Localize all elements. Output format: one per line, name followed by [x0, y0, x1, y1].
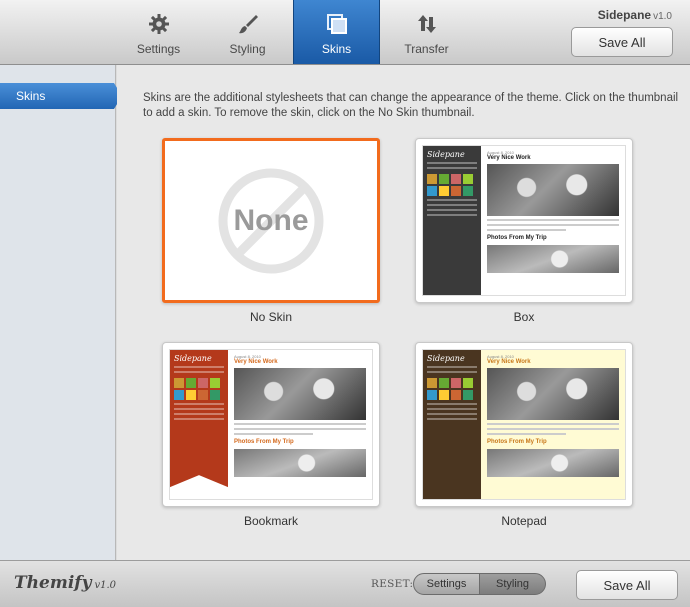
tab-styling[interactable]: Styling [204, 0, 291, 64]
theme-preview: Sidepane August 8, 2010 Very Nice Work P… [422, 349, 626, 500]
preview-post-title: Photos From My Trip [234, 439, 294, 445]
reset-settings-button[interactable]: Settings [414, 574, 480, 594]
theme-preview: Sidepane August 8, 2010 Very Nice Work P… [422, 145, 626, 296]
tab-transfer-label: Transfer [404, 42, 449, 56]
tab-styling-label: Styling [229, 42, 266, 56]
skin-thumbnail[interactable]: Sidepane August 8, 2010 Very Nice Work P… [415, 342, 633, 507]
themify-logo: Themify v1.0 [14, 573, 116, 593]
tab-settings[interactable]: Settings [115, 0, 202, 64]
skin-thumbnail[interactable]: None [162, 138, 380, 303]
app-brand: Sidepane v1.0 [598, 8, 672, 22]
skin-label: Notepad [501, 514, 547, 528]
save-all-button-top[interactable]: Save All [571, 27, 673, 57]
brand-name: Sidepane [597, 8, 652, 22]
app-window: Settings Styling Skins Transfer Sidepane… [0, 0, 690, 607]
skin-option-bookmark[interactable]: Sidepane August 8, 2010 Very Nice Work P… [162, 342, 380, 528]
preview-post-title: Very Nice Work [234, 359, 278, 365]
preview-site-title: Sidepane [427, 354, 465, 363]
reset-segmented-control: Settings Styling [413, 573, 546, 595]
reset-label: RESET: [371, 578, 414, 590]
skins-icon [326, 12, 348, 36]
tab-transfer[interactable]: Transfer [383, 0, 470, 64]
no-skin-text: None [233, 203, 309, 237]
skin-option-notepad[interactable]: Sidepane August 8, 2010 Very Nice Work P… [415, 342, 633, 528]
brand-version: v1.0 [653, 11, 672, 22]
preview-sidebar: Sidepane [423, 350, 481, 499]
top-toolbar: Settings Styling Skins Transfer Sidepane… [0, 0, 690, 65]
tab-skins[interactable]: Skins [293, 0, 380, 64]
skin-thumbnail[interactable]: Sidepane August 8, 2010 Very Nice Work P… [415, 138, 633, 303]
preview-body: August 8, 2010 Very Nice Work Photos Fro… [481, 146, 625, 295]
transfer-icon [416, 12, 438, 36]
logo-version: v1.0 [94, 580, 117, 591]
no-skin-graphic: None [165, 141, 377, 300]
preview-body: August 8, 2010 Very Nice Work Photos Fro… [481, 350, 625, 499]
save-all-button-bottom[interactable]: Save All [576, 570, 678, 600]
logo-text: Themify [14, 573, 92, 593]
preview-sidebar: Sidepane [423, 146, 481, 295]
brush-icon [237, 12, 259, 36]
gear-icon [148, 12, 170, 36]
skin-option-box[interactable]: Sidepane August 8, 2010 Very Nice Work P… [415, 138, 633, 324]
sidebar-item-skins[interactable]: Skins [0, 83, 122, 109]
skins-panel: Skins are the additional stylesheets tha… [117, 65, 690, 560]
skin-label: Bookmark [243, 514, 299, 528]
tab-settings-label: Settings [136, 42, 181, 56]
preview-post-title: Very Nice Work [487, 155, 531, 161]
footer-bar: Themify v1.0 RESET: Settings Styling Save… [0, 560, 690, 607]
reset-styling-button[interactable]: Styling [480, 574, 545, 594]
skin-option-none[interactable]: None No Skin [162, 138, 380, 324]
preview-post-title: Photos From My Trip [487, 439, 547, 445]
tab-skins-label: Skins [321, 42, 352, 56]
sidebar: Skins [0, 65, 122, 560]
skins-description: Skins are the additional stylesheets tha… [143, 92, 679, 119]
preview-post-title: Very Nice Work [487, 359, 531, 365]
preview-site-title: Sidepane [174, 354, 212, 363]
preview-sidebar: Sidepane [170, 350, 228, 488]
skin-label: Box [513, 310, 535, 324]
skin-thumbnail[interactable]: Sidepane August 8, 2010 Very Nice Work P… [162, 342, 380, 507]
preview-site-title: Sidepane [427, 150, 465, 159]
skin-label: No Skin [249, 310, 293, 324]
theme-preview: Sidepane August 8, 2010 Very Nice Work P… [169, 349, 373, 500]
preview-body: August 8, 2010 Very Nice Work Photos Fro… [228, 350, 372, 499]
preview-post-title: Photos From My Trip [487, 235, 547, 241]
